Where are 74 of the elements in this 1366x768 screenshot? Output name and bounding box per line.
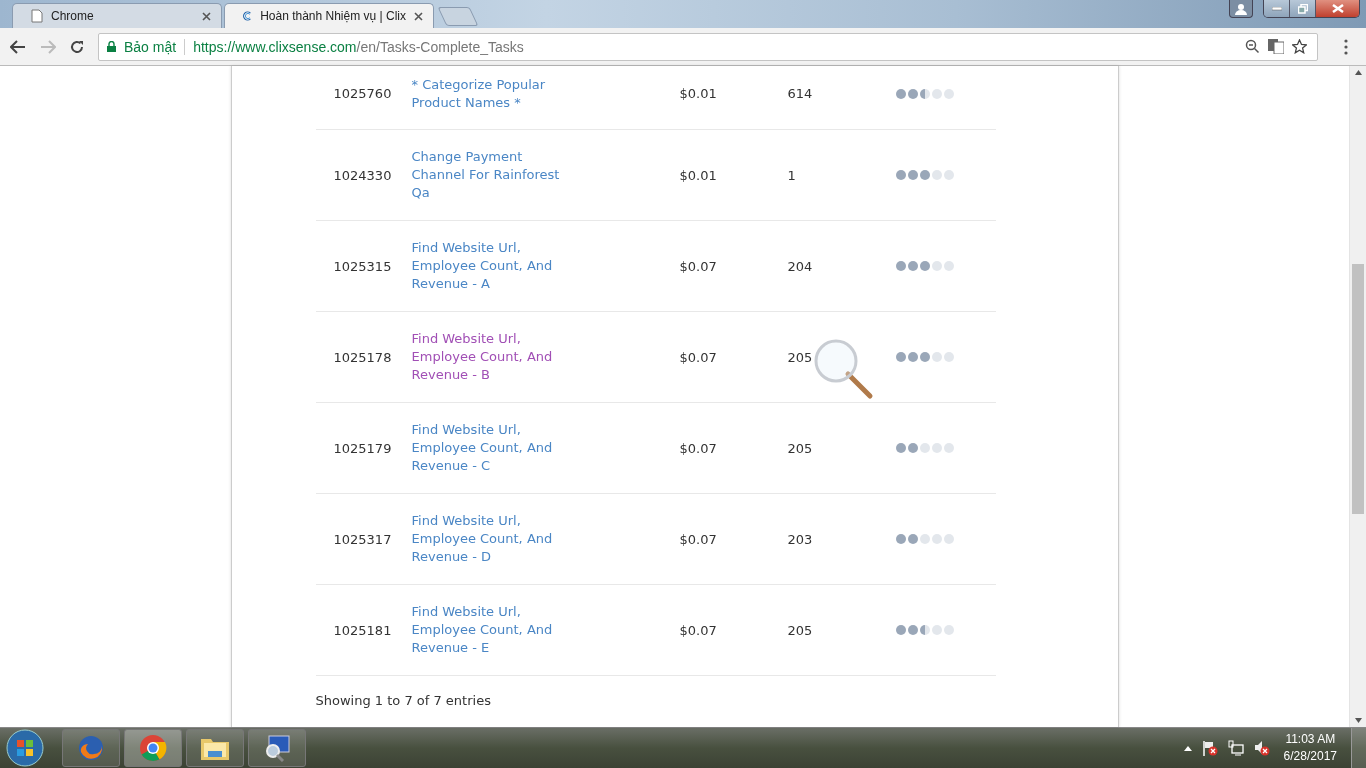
back-icon[interactable] xyxy=(10,39,26,54)
task-count: 203 xyxy=(787,531,814,547)
address-bar[interactable]: Bảo mật https://www.clixsense.com/en/Tasks-Complete_Tasks xyxy=(98,32,1318,61)
scroll-thumb[interactable] xyxy=(1352,264,1364,514)
tab-title: Hoàn thành Nhiệm vụ | Clix xyxy=(260,9,406,23)
task-count: 204 xyxy=(787,258,814,274)
tab-title: Chrome xyxy=(51,9,95,23)
task-link[interactable]: Find Website Url, Employee Count, And Revenue - A xyxy=(411,239,680,293)
fox-globe-icon xyxy=(77,734,105,762)
task-reward: $0.07 xyxy=(679,258,718,274)
minimize-button[interactable] xyxy=(1264,0,1290,17)
restore-button[interactable] xyxy=(1290,0,1316,17)
taskbar-button[interactable] xyxy=(186,729,244,767)
task-link[interactable]: Change Payment Channel For Rainforest Qa xyxy=(411,148,680,202)
close-icon xyxy=(1331,4,1344,13)
flag-error-icon[interactable] xyxy=(1201,740,1218,756)
task-link[interactable]: Find Website Url, Employee Count, And Revenue - E xyxy=(411,603,680,657)
task-link[interactable]: Find Website Url, Employee Count, And Revenue - B xyxy=(411,330,680,384)
task-link[interactable]: * Categorize Popular Product Names * xyxy=(411,75,680,112)
task-reward: $0.07 xyxy=(679,622,718,638)
task-reward: $0.01 xyxy=(679,86,718,101)
task-count: 205 xyxy=(787,622,814,638)
translate-icon[interactable] xyxy=(1268,39,1284,54)
task-id: 1025317 xyxy=(332,531,393,547)
restore-icon xyxy=(1297,3,1308,14)
zoom-out-icon[interactable] xyxy=(1245,39,1260,54)
clock-date[interactable]: 6/28/2017 xyxy=(1283,748,1337,765)
profile-button[interactable] xyxy=(1229,0,1253,18)
task-id: 1025179 xyxy=(332,440,393,456)
scrollbar[interactable] xyxy=(1349,66,1366,727)
browser-tab[interactable]: Chrome xyxy=(12,3,222,28)
task-reward: $0.01 xyxy=(679,167,718,183)
security-label: Bảo mật xyxy=(124,38,177,55)
task-id: 1025315 xyxy=(332,258,393,274)
taskbar-button[interactable] xyxy=(62,729,120,767)
page-icon xyxy=(31,9,43,23)
task-link[interactable]: Find Website Url, Employee Count, And Revenue - D xyxy=(411,512,680,566)
task-count: 1 xyxy=(787,167,797,183)
scroll-down-icon[interactable] xyxy=(1354,718,1362,723)
browser-tab[interactable]: Hoàn thành Nhiệm vụ | Clix xyxy=(224,3,434,28)
task-count: 205 xyxy=(787,440,814,456)
task-id: 1025760 xyxy=(332,86,393,101)
monitor-magnifier-icon xyxy=(263,734,291,762)
close-icon[interactable] xyxy=(202,11,211,21)
lock-icon xyxy=(107,41,116,52)
close-window-button[interactable] xyxy=(1316,0,1359,17)
task-reward: $0.07 xyxy=(679,440,718,456)
minimize-icon xyxy=(1271,6,1282,11)
scroll-up-icon[interactable] xyxy=(1354,70,1362,75)
close-icon[interactable] xyxy=(414,11,423,21)
clock-time[interactable]: 11:03 AM xyxy=(1285,731,1336,748)
task-count: 205 xyxy=(787,349,814,365)
task-reward: $0.07 xyxy=(679,531,718,547)
task-count: 614 xyxy=(787,86,814,101)
start-button[interactable] xyxy=(6,729,44,767)
task-reward: $0.07 xyxy=(679,349,718,365)
star-icon[interactable] xyxy=(1292,39,1307,54)
reload-icon[interactable] xyxy=(70,39,84,54)
network-icon[interactable] xyxy=(1227,740,1244,756)
task-id: 1025181 xyxy=(332,622,393,638)
show-hidden-icons-icon[interactable] xyxy=(1183,745,1192,751)
taskbar-button[interactable] xyxy=(124,729,182,767)
entries-info: Showing 1 to 7 of 7 entries xyxy=(315,692,492,708)
task-link[interactable]: Find Website Url, Employee Count, And Revenue - C xyxy=(411,421,680,475)
task-id: 1025178 xyxy=(332,349,393,365)
url-path: /en/Tasks-Complete_Tasks xyxy=(356,38,524,55)
url-host: https://www.clixsense.com xyxy=(193,38,357,55)
chrome-icon xyxy=(139,734,167,762)
task-id: 1024330 xyxy=(332,167,393,183)
swirl-icon xyxy=(243,8,253,24)
menu-icon[interactable] xyxy=(1344,38,1348,55)
person-icon xyxy=(1235,2,1247,15)
speaker-muted-icon[interactable] xyxy=(1253,740,1270,756)
taskbar-button[interactable] xyxy=(248,729,306,767)
